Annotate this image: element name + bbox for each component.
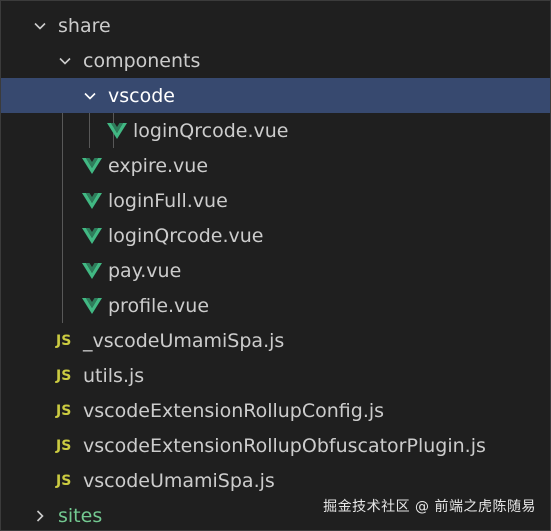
tree-file-profile[interactable]: profile.vue [1,288,550,323]
tree-file-vscodeUmamiSpa[interactable]: JS vscodeUmamiSpa.js [1,463,550,498]
js-icon: JS [56,402,72,419]
folder-label: sites [58,504,103,527]
file-label: vscodeExtensionRollupConfig.js [83,399,385,422]
vue-icon [82,297,102,315]
vue-icon [82,262,102,280]
js-icon: JS [56,472,72,489]
file-label: vscodeExtensionRollupObfuscatorPlugin.js [83,434,486,457]
file-explorer: share components vscode loginQrcode.vue … [0,0,551,531]
chevron-down-icon[interactable] [82,88,98,104]
js-icon: JS [56,437,72,454]
folder-label: components [83,49,201,72]
tree-folder-components[interactable]: components [1,43,550,78]
tree-file-loginFull[interactable]: loginFull.vue [1,183,550,218]
tree-file-pay[interactable]: pay.vue [1,253,550,288]
file-label: vscodeUmamiSpa.js [83,469,275,492]
chevron-right-icon[interactable] [32,508,48,524]
file-label: pay.vue [108,259,182,282]
file-label: loginFull.vue [108,189,228,212]
folder-label: vscode [108,84,175,107]
file-label: loginQrcode.vue [133,119,289,142]
js-icon: JS [56,332,72,349]
vue-icon [82,227,102,245]
tree-file-utils[interactable]: JS utils.js [1,358,550,393]
tree-file-rollupConfig[interactable]: JS vscodeExtensionRollupConfig.js [1,393,550,428]
tree-file-vscodeUmamiSpa-private[interactable]: JS _vscodeUmamiSpa.js [1,323,550,358]
file-label: _vscodeUmamiSpa.js [83,329,285,352]
vue-icon [82,192,102,210]
folder-label: share [58,14,111,37]
js-icon: JS [56,367,72,384]
chevron-down-icon[interactable] [57,53,73,69]
tree-file-loginQrcode[interactable]: loginQrcode.vue [1,218,550,253]
tree-file-vscode-loginQrcode[interactable]: loginQrcode.vue [1,113,550,148]
vue-icon [107,122,127,140]
file-label: expire.vue [108,154,209,177]
tree-folder-share[interactable]: share [1,8,550,43]
watermark-text: 掘金技术社区 @ 前端之虎陈随易 [323,499,536,515]
file-label: utils.js [83,364,145,387]
tree-file-expire[interactable]: expire.vue [1,148,550,183]
chevron-down-icon[interactable] [32,18,48,34]
tree-file-obfuscatorPlugin[interactable]: JS vscodeExtensionRollupObfuscatorPlugin… [1,428,550,463]
tree-folder-vscode[interactable]: vscode [1,78,550,113]
vue-icon [82,157,102,175]
file-label: profile.vue [108,294,210,317]
file-label: loginQrcode.vue [108,224,264,247]
